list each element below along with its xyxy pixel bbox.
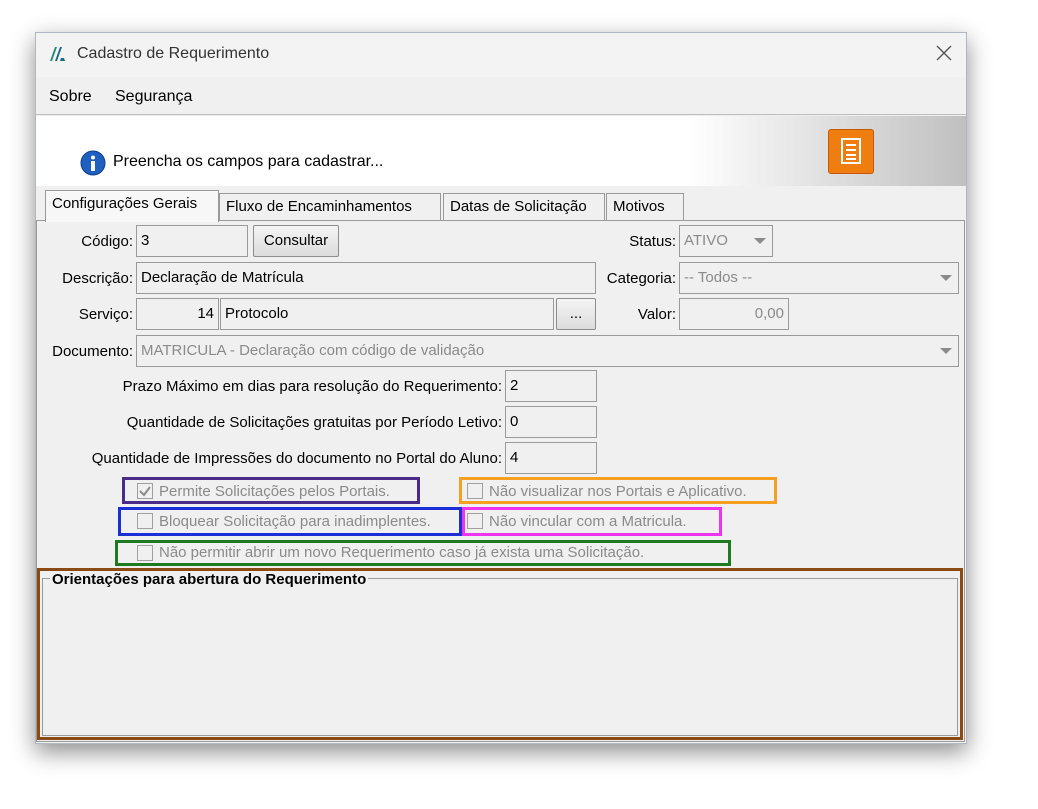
valor-label: Valor:	[637, 306, 676, 323]
info-banner	[36, 116, 966, 186]
documento-label: Documento:	[52, 343, 133, 360]
checkmark-icon	[139, 486, 151, 497]
nao-permitir-checkbox[interactable]	[137, 545, 153, 561]
window-title: Cadastro de Requerimento	[77, 45, 270, 62]
servico-search-button[interactable]: ...	[556, 298, 596, 330]
orientacoes-textarea[interactable]	[42, 578, 958, 736]
servico-name-field[interactable]: Protocolo	[220, 298, 554, 330]
documento-select[interactable]: MATRICULA - Declaração com código de val…	[136, 335, 959, 367]
status-label: Status:	[629, 233, 676, 250]
prazo-label: Prazo Máximo em dias para resolução do R…	[122, 378, 502, 395]
valor-field[interactable]: 0,00	[679, 298, 789, 330]
prazo-field[interactable]: 2	[505, 370, 597, 402]
tab-configuracoes-gerais[interactable]: Configurações Gerais	[45, 190, 219, 222]
servico-label: Serviço:	[78, 306, 133, 323]
app-logo-icon	[48, 45, 68, 63]
solicitacoes-label: Quantidade de Solicitações gratuitas por…	[126, 414, 502, 431]
impressoes-label: Quantidade de Impressões do documento no…	[91, 450, 502, 467]
close-icon[interactable]	[934, 43, 954, 63]
servico-code-field[interactable]: 14	[136, 298, 219, 330]
tab-fluxo-encaminhamentos[interactable]: Fluxo de Encaminhamentos	[219, 193, 441, 221]
chevron-down-icon	[754, 238, 766, 244]
descricao-field[interactable]: Declaração de Matrícula	[136, 262, 596, 294]
bloquear-label: Bloquear Solicitação para inadimplentes.	[159, 513, 431, 530]
info-icon	[80, 150, 106, 176]
chevron-down-icon	[940, 348, 952, 354]
categoria-select[interactable]: -- Todos --	[679, 262, 959, 294]
solicitacoes-field[interactable]: 0	[505, 406, 597, 438]
menu-seguranca[interactable]: Segurança	[115, 88, 192, 106]
nao-visualizar-label: Não visualizar nos Portais e Aplicativo.	[489, 483, 747, 500]
nao-vincular-checkbox[interactable]	[467, 513, 483, 529]
nao-vincular-label: Não vincular com a Matricula.	[489, 513, 687, 530]
bloquear-checkbox[interactable]	[137, 513, 153, 529]
nao-visualizar-checkbox[interactable]	[467, 483, 483, 499]
codigo-field[interactable]: 3	[136, 225, 248, 257]
nao-permitir-label: Não permitir abrir um novo Requerimento …	[159, 544, 645, 561]
tab-motivos[interactable]: Motivos	[606, 193, 684, 221]
menu-sobre[interactable]: Sobre	[49, 88, 92, 106]
permite-portais-checkbox[interactable]	[137, 483, 153, 499]
categoria-label: Categoria:	[606, 270, 676, 287]
banner-message: Preencha os campos para cadastrar...	[113, 153, 384, 170]
permite-portais-label: Permite Solicitações pelos Portais.	[159, 483, 390, 500]
impressoes-field[interactable]: 4	[505, 442, 597, 474]
consultar-button[interactable]: Consultar	[253, 225, 339, 257]
codigo-label: Código:	[81, 233, 133, 250]
descricao-label: Descrição:	[62, 270, 133, 287]
document-icon[interactable]	[828, 129, 874, 174]
chevron-down-icon	[940, 275, 952, 281]
orientacoes-title: Orientações para abertura do Requeriment…	[50, 571, 369, 588]
tab-datas-solicitacao[interactable]: Datas de Solicitação	[443, 193, 605, 221]
